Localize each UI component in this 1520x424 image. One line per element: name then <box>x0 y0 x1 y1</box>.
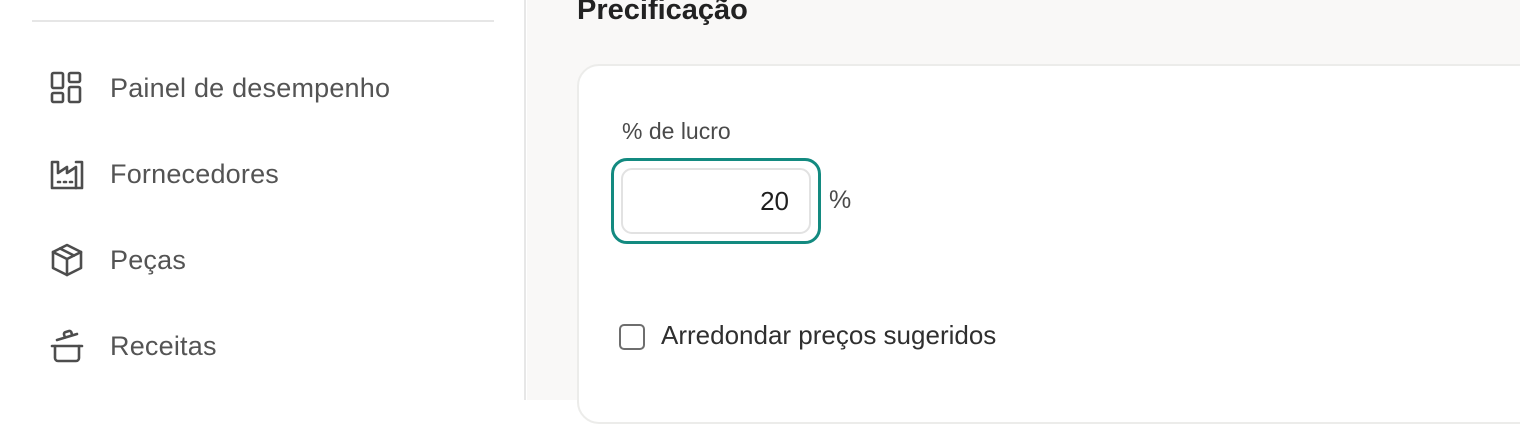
sidebar-item-fornecedores[interactable]: Fornecedores <box>48 152 279 196</box>
section-title: Precificação <box>577 0 748 26</box>
main-content: Precificação % de lucro % Arredondar pre… <box>527 0 1520 424</box>
package-icon <box>48 241 86 279</box>
factory-icon <box>48 155 86 193</box>
round-prices-checkbox[interactable] <box>619 324 645 350</box>
sidebar-item-label: Painel de desempenho <box>110 72 391 103</box>
round-prices-label[interactable]: Arredondar preços sugeridos <box>661 320 996 351</box>
sidebar-item-painel-de-desempenho[interactable]: Painel de desempenho <box>48 66 390 110</box>
sidebar-item-label: Receitas <box>110 330 217 361</box>
sidebar-divider <box>32 20 494 22</box>
profit-percent-input[interactable] <box>621 168 811 234</box>
dashboard-icon <box>48 69 86 107</box>
sidebar-item-pecas[interactable]: Peças <box>48 238 186 282</box>
profit-percent-label: % de lucro <box>622 118 731 144</box>
cooking-pot-icon <box>48 327 86 365</box>
sidebar-item-receitas[interactable]: Receitas <box>48 324 217 368</box>
pricing-card: % de lucro % Arredondar preços sugeridos <box>577 64 1520 424</box>
profit-percent-focus-ring <box>611 158 821 244</box>
percent-unit: % <box>829 186 852 214</box>
sidebar-item-label: Fornecedores <box>110 158 279 189</box>
sidebar: Painel de desempenho Fornecedores Peças <box>0 0 526 400</box>
sidebar-item-label: Peças <box>110 244 187 275</box>
